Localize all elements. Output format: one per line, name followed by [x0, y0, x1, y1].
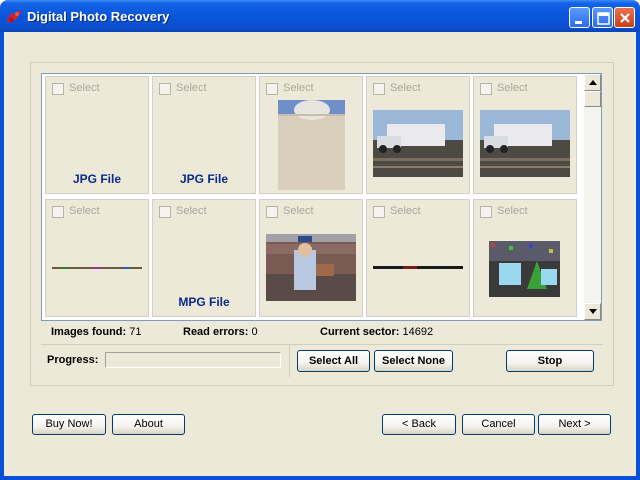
select-checkbox[interactable]: [266, 206, 278, 218]
file-type-label: JPG File: [72, 172, 122, 186]
next-button[interactable]: Next >: [538, 414, 611, 435]
close-icon: [620, 13, 630, 23]
back-button[interactable]: < Back: [382, 414, 456, 435]
cancel-button[interactable]: Cancel: [462, 414, 535, 435]
select-label: Select: [176, 82, 207, 94]
divider: [41, 344, 603, 345]
maximize-icon: [597, 12, 610, 25]
results-group: Select JPG File Select JPG File Select S…: [30, 62, 614, 386]
read-errors-stat: Read errors: 0: [183, 326, 258, 338]
title-bar[interactable]: Digital Photo Recovery: [0, 0, 640, 32]
progress-bar: [105, 352, 281, 368]
thumbnail-image: [373, 266, 463, 269]
app-window: Digital Photo Recovery Select JPG File S…: [0, 0, 640, 480]
select-checkbox[interactable]: [159, 206, 171, 218]
thumbnail-cell[interactable]: Select MPG File: [152, 199, 256, 317]
file-type-label: JPG File: [179, 172, 229, 186]
select-checkbox[interactable]: [373, 206, 385, 218]
thumbnail-image: [480, 110, 570, 177]
about-button[interactable]: About: [112, 414, 185, 435]
thumbnail-image: [278, 100, 345, 190]
thumbnail-grid: Select JPG File Select JPG File Select S…: [41, 73, 602, 321]
select-checkbox[interactable]: [480, 206, 492, 218]
arrow-up-icon: [589, 80, 597, 85]
thumbnail-cell[interactable]: Select JPG File: [45, 76, 149, 194]
select-label: Select: [69, 205, 100, 217]
thumbnail-image: [266, 234, 356, 301]
thumbnail-image: [373, 110, 463, 177]
minimize-icon: [575, 21, 582, 24]
images-found-stat: Images found: 71: [51, 326, 142, 338]
thumbnail-cell[interactable]: Select: [259, 76, 363, 194]
select-checkbox[interactable]: [52, 206, 64, 218]
select-checkbox[interactable]: [480, 83, 492, 95]
stats-row: Images found: 71 Read errors: 0 Current …: [47, 326, 587, 342]
select-label: Select: [176, 205, 207, 217]
divider: [289, 345, 290, 377]
thumbnail-cell[interactable]: Select: [366, 199, 470, 317]
thumbnail-cell[interactable]: Select: [366, 76, 470, 194]
maximize-button[interactable]: [592, 7, 613, 28]
select-checkbox[interactable]: [52, 83, 64, 95]
select-label: Select: [283, 205, 314, 217]
thumbnail-cell[interactable]: Select JPG File: [152, 76, 256, 194]
select-label: Select: [390, 205, 421, 217]
close-button[interactable]: [614, 7, 635, 28]
thumbnail-image: [52, 267, 142, 269]
grid-scrollbar[interactable]: [584, 74, 601, 320]
thumbnail-cell[interactable]: Select: [473, 76, 577, 194]
scroll-down-button[interactable]: [584, 303, 601, 320]
scroll-up-button[interactable]: [584, 74, 601, 91]
thumbnail-cell[interactable]: Select: [45, 199, 149, 317]
app-logo-icon: [6, 10, 22, 23]
buy-now-button[interactable]: Buy Now!: [32, 414, 106, 435]
select-checkbox[interactable]: [159, 83, 171, 95]
select-label: Select: [390, 82, 421, 94]
select-all-button[interactable]: Select All: [297, 350, 370, 372]
arrow-down-icon: [589, 309, 597, 314]
select-label: Select: [497, 205, 528, 217]
client-area: Select JPG File Select JPG File Select S…: [4, 32, 636, 476]
file-type-label: MPG File: [178, 295, 230, 309]
current-sector-stat: Current sector: 14692: [320, 326, 434, 338]
thumbnail-image: [489, 241, 560, 297]
thumbnail-cell[interactable]: Select: [473, 199, 577, 317]
select-none-button[interactable]: Select None: [374, 350, 453, 372]
stop-button[interactable]: Stop: [506, 350, 594, 372]
minimize-button[interactable]: [569, 7, 590, 28]
window-title: Digital Photo Recovery: [27, 9, 170, 24]
scroll-thumb[interactable]: [584, 91, 601, 107]
select-checkbox[interactable]: [266, 83, 278, 95]
select-checkbox[interactable]: [373, 83, 385, 95]
select-label: Select: [497, 82, 528, 94]
thumbnail-cell[interactable]: Select: [259, 199, 363, 317]
select-label: Select: [283, 82, 314, 94]
progress-label: Progress:: [47, 354, 99, 366]
select-label: Select: [69, 82, 100, 94]
